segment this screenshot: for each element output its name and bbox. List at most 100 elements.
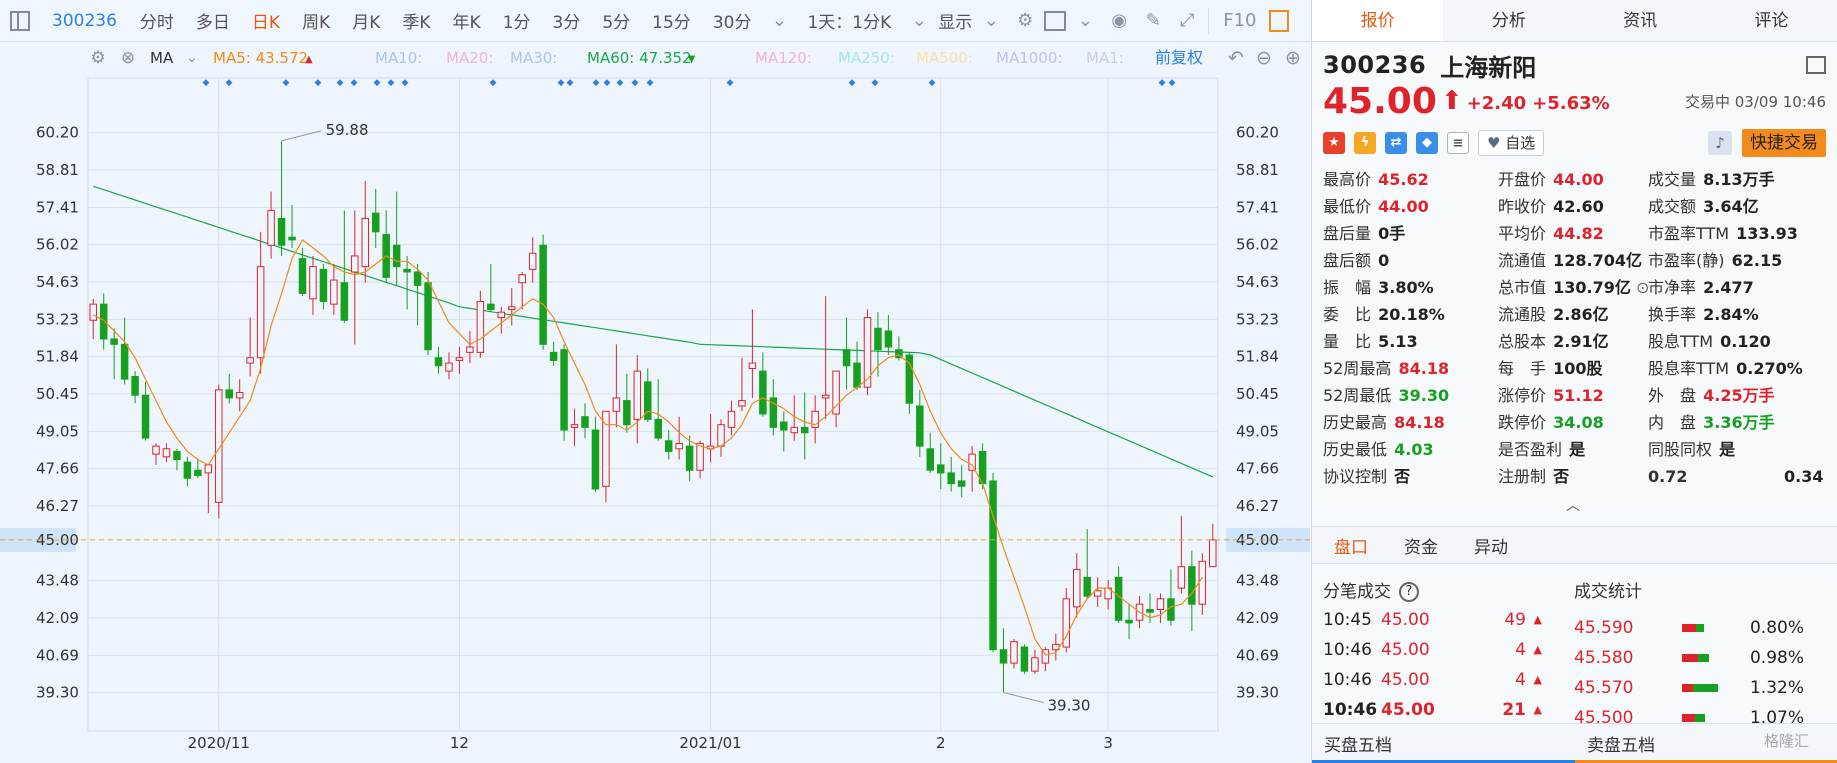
camera-icon[interactable]: ◉ [1108, 10, 1130, 32]
candle-body[interactable] [340, 282, 349, 321]
pencil-icon[interactable]: ✎ [1142, 10, 1164, 32]
event-marker-icon[interactable]: ◆ [351, 78, 358, 88]
ma-indicator[interactable]: MA1000: [996, 49, 1062, 67]
period-tab-6[interactable]: 年K [442, 8, 492, 33]
candle-body[interactable] [267, 209, 275, 246]
interval-select[interactable]: 1天：1分K [796, 8, 902, 33]
candle-body[interactable] [549, 351, 558, 361]
panel-tab-1[interactable]: 资金 [1404, 533, 1452, 558]
candle-body[interactable] [225, 389, 233, 399]
candle-body[interactable] [581, 416, 589, 428]
candle-body[interactable] [131, 375, 139, 396]
candle-body[interactable] [780, 421, 788, 431]
ma-indicator[interactable]: MA5: 43.572 [213, 49, 308, 67]
candle-body[interactable] [685, 445, 694, 471]
candle-body[interactable] [413, 271, 422, 286]
event-marker-icon[interactable]: ◆ [388, 78, 395, 88]
candle-body[interactable] [508, 306, 516, 311]
candle-body[interactable] [1083, 576, 1091, 597]
event-marker-icon[interactable]: ◆ [490, 78, 497, 88]
period-tab-4[interactable]: 月K [341, 8, 391, 33]
candle-body[interactable] [1010, 641, 1018, 664]
ma-indicator[interactable]: MA250: [838, 49, 895, 67]
candle-body[interactable] [518, 274, 526, 284]
candle-body[interactable] [476, 300, 485, 353]
candle-body[interactable] [183, 461, 192, 479]
candle-body[interactable] [141, 394, 150, 439]
candle-body[interactable] [1020, 646, 1029, 672]
ma-indicator[interactable]: MA500: [916, 49, 973, 67]
candle-body[interactable] [759, 370, 767, 415]
candle-body[interactable] [696, 442, 704, 471]
ma-indicator[interactable]: MA20: [446, 49, 493, 67]
candle-body[interactable] [916, 405, 924, 447]
candle-body[interactable] [466, 346, 474, 353]
collapse-chevron-icon[interactable]: ︿ [1566, 495, 1580, 514]
event-marker-icon[interactable]: ◆ [567, 78, 574, 88]
candle-body[interactable] [936, 464, 945, 474]
event-marker-icon[interactable]: ◆ [632, 78, 639, 88]
period-tab-5[interactable]: 季K [391, 8, 441, 33]
quote-tab-0[interactable]: 报价 [1312, 0, 1444, 41]
event-marker-icon[interactable]: ◆ [929, 78, 936, 88]
add-favorite-button[interactable]: ♥ 自选 [1478, 130, 1545, 156]
candle-body[interactable] [591, 429, 600, 490]
candle-body[interactable] [905, 354, 914, 404]
china-flag-icon[interactable]: ★ [1323, 132, 1345, 154]
candle-body[interactable] [1167, 598, 1175, 621]
gear-icon[interactable]: ⚙ [90, 48, 105, 68]
candle-body[interactable] [99, 303, 108, 340]
ma-indicator[interactable]: MA1: [1086, 49, 1124, 67]
candle-body[interactable] [1125, 619, 1133, 624]
candle-body[interactable] [748, 362, 757, 369]
event-marker-icon[interactable]: ◆ [315, 78, 322, 88]
ma-indicator[interactable]: MA10: [375, 49, 422, 67]
panel-toggle-icon[interactable] [1268, 9, 1289, 32]
candle-body[interactable] [361, 217, 370, 268]
candle-body[interactable] [633, 370, 642, 420]
candle-body[interactable] [1177, 566, 1186, 589]
event-marker-icon[interactable]: ◆ [604, 78, 611, 88]
candle-body[interactable] [1209, 539, 1217, 568]
candle-body[interactable] [235, 392, 244, 399]
display-menu[interactable]: 显示 [936, 8, 974, 33]
candle-body[interactable] [947, 472, 955, 485]
event-marker-icon[interactable]: ◆ [374, 78, 381, 88]
candle-body[interactable] [1188, 566, 1196, 605]
candle-body[interactable] [1156, 598, 1165, 611]
candle-body[interactable] [1031, 657, 1039, 672]
candle-body[interactable] [256, 266, 265, 359]
layout-icon[interactable] [1806, 56, 1826, 74]
candle-body[interactable] [853, 362, 861, 388]
period-tab-0[interactable]: 分时 [129, 8, 185, 33]
candle-body[interactable] [800, 426, 809, 434]
candle-body[interactable] [821, 394, 830, 399]
period-tab-10[interactable]: 15分 [641, 8, 702, 33]
candle-body[interactable] [351, 255, 359, 273]
candle-body[interactable] [738, 400, 746, 407]
quote-tab-3[interactable]: 评论 [1706, 0, 1837, 41]
event-marker-icon[interactable]: ◆ [1169, 78, 1176, 88]
candle-body[interactable] [110, 338, 118, 345]
candle-body[interactable] [120, 343, 129, 380]
shuffle-icon[interactable]: ⇄ [1385, 132, 1407, 154]
ma-indicator[interactable]: MA30: [510, 49, 557, 67]
candle-body[interactable] [926, 448, 935, 471]
chevron-down-icon[interactable]: ⌄ [768, 10, 790, 32]
period-tab-1[interactable]: 多日 [185, 8, 241, 33]
quote-tab-2[interactable]: 资讯 [1575, 0, 1706, 41]
candle-body[interactable] [570, 424, 579, 428]
kline-chart[interactable]: ⚙ ⊗ MA ⌄ MA5: 43.572▲ MA10: MA20: MA30: MA60: 47… [0, 42, 1310, 763]
candle-body[interactable] [277, 217, 286, 246]
candle-body[interactable] [874, 327, 882, 351]
event-marker-icon[interactable]: ◆ [558, 78, 565, 88]
event-marker-icon[interactable]: ◆ [593, 78, 600, 88]
candle-body[interactable] [173, 450, 181, 461]
candle-body[interactable] [1114, 576, 1123, 621]
f10-button[interactable]: F10 [1223, 10, 1256, 31]
zoom-out-icon[interactable]: ⊖ [1256, 47, 1272, 69]
event-marker-icon[interactable]: ◆ [203, 78, 210, 88]
close-icon[interactable]: ⊗ [121, 48, 135, 68]
tag-icon[interactable]: ◆ [1416, 132, 1438, 154]
candle-body[interactable] [330, 279, 338, 305]
